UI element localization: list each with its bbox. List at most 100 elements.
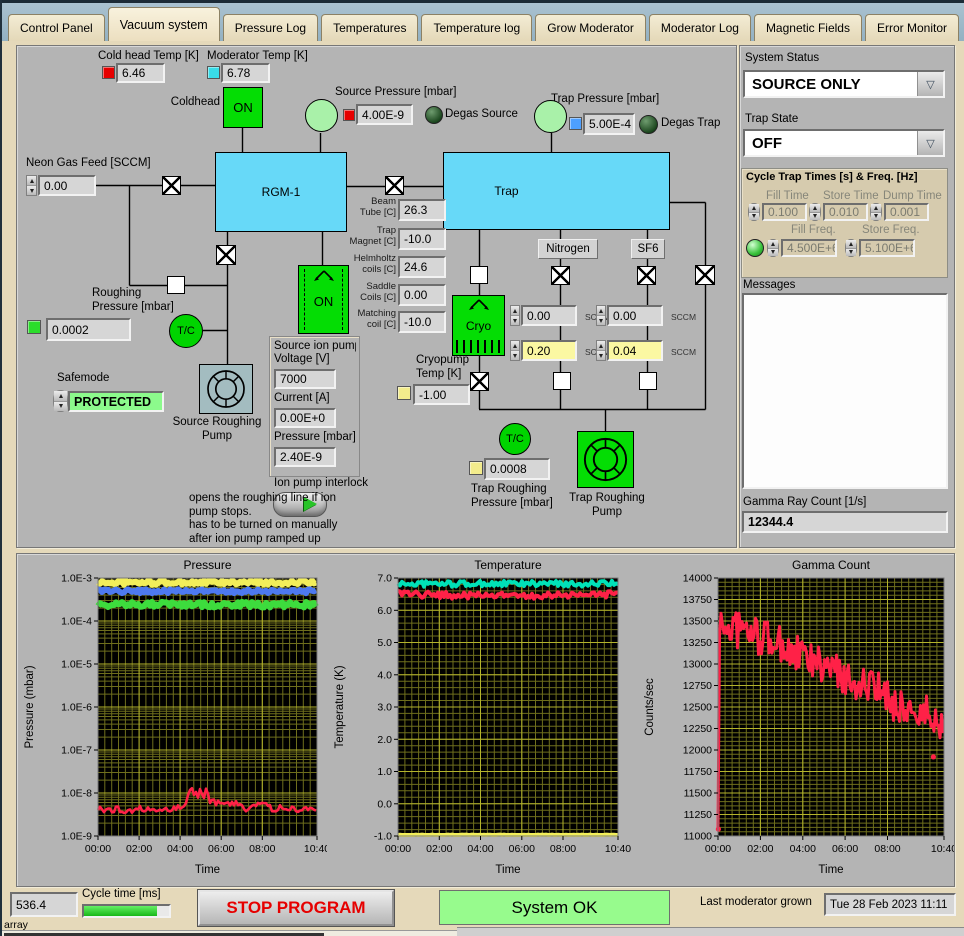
svg-text:2.0: 2.0 — [377, 734, 392, 746]
rgm-roughing-valve[interactable] — [216, 245, 236, 265]
ion-pump-current: 0.00E+0 — [274, 408, 336, 428]
svg-text:04:00: 04:00 — [167, 843, 193, 855]
svg-text:00:00: 00:00 — [705, 843, 731, 855]
cryo-inlet-valve[interactable] — [470, 266, 488, 284]
coldhead-label: Coldhead — [170, 96, 220, 108]
trap-roughing-valve[interactable] — [695, 265, 715, 285]
messages-box[interactable] — [742, 293, 948, 489]
store-freq-value[interactable]: 5.100E+6 — [859, 239, 915, 257]
svg-text:12750: 12750 — [683, 680, 712, 692]
store-freq-spinner[interactable] — [845, 239, 857, 257]
svg-text:06:00: 06:00 — [832, 843, 858, 855]
svg-text:1.0E-5: 1.0E-5 — [61, 659, 92, 671]
chevron-down-icon[interactable]: ▽ — [917, 72, 943, 96]
rgm-trap-valve[interactable] — [385, 176, 404, 195]
nitrogen-set-spinner[interactable] — [510, 340, 520, 361]
svg-text:Pressure: Pressure — [183, 558, 231, 572]
trap-roughing-swatch — [469, 461, 483, 475]
neon-feed-value[interactable]: 0.00 — [38, 175, 96, 196]
coldhead-state: ON — [233, 100, 253, 115]
ion-pump-voltage: 7000 — [274, 369, 336, 389]
fill-freq-spinner[interactable] — [767, 239, 779, 257]
dump-time-spinner[interactable] — [870, 203, 882, 221]
svg-text:11500: 11500 — [684, 788, 713, 800]
degas-trap-led[interactable] — [639, 115, 658, 134]
source-pressure-label: Source Pressure [mbar] — [335, 86, 457, 98]
svg-text:Temperature (K): Temperature (K) — [334, 665, 346, 748]
tab-pressure-log[interactable]: Pressure Log — [222, 14, 319, 41]
store-time-value[interactable]: 0.010 — [823, 203, 868, 221]
cryo-pump[interactable]: Cryo — [452, 295, 505, 356]
safemode-label: Safemode — [57, 372, 110, 384]
nitrogen-label: Nitrogen — [538, 239, 598, 259]
trap-pressure-label: Trap Pressure [mbar] — [551, 93, 660, 105]
safemode-spinner[interactable] — [53, 390, 68, 412]
saddle-coils-value: 0.00 — [398, 284, 446, 306]
nitrogen-valve[interactable] — [551, 266, 570, 285]
sf6-set-spinner[interactable] — [596, 340, 606, 361]
neon-valve[interactable] — [162, 176, 181, 195]
cryo-label: Cryo — [465, 319, 492, 333]
tab-magnetic-fields[interactable]: Magnetic Fields — [753, 14, 862, 41]
fill-freq-value[interactable]: 4.500E+6 — [781, 239, 837, 257]
svg-text:12500: 12500 — [683, 702, 712, 714]
ion-pump-title: Source ion pump — [274, 340, 356, 352]
store-freq-label: Store Freq. — [862, 224, 920, 236]
gamma-ray-count-value: 12344.4 — [742, 511, 948, 533]
matching-coil-label: Matching coil [C] — [357, 308, 396, 330]
trap-state-value: OFF — [752, 134, 782, 152]
svg-text:08:00: 08:00 — [550, 843, 576, 855]
svg-text:13750: 13750 — [683, 594, 712, 606]
tab-error-monitor[interactable]: Error Monitor — [864, 14, 959, 41]
coldhead-on-button[interactable]: ON — [223, 87, 263, 128]
tab-temperatures[interactable]: Temperatures — [321, 14, 419, 41]
nitrogen-flow-setpoint[interactable]: 0.20 — [521, 340, 577, 361]
trap-chamber: Trap — [443, 152, 670, 230]
tab-moderator-log[interactable]: Moderator Log — [648, 14, 751, 41]
chevron-down-icon[interactable]: ▽ — [917, 131, 943, 155]
svg-text:04:00: 04:00 — [467, 843, 493, 855]
svg-text:Time: Time — [818, 864, 843, 876]
cycle-led — [746, 239, 764, 257]
trap-pressure-value: 5.00E-4 — [583, 113, 635, 135]
degas-source-led[interactable] — [425, 106, 443, 124]
fill-time-label: Fill Time — [766, 190, 809, 202]
nitrogen-shutoff-valve[interactable] — [553, 372, 571, 390]
system-status-dropdown[interactable]: SOURCE ONLY ▽ — [743, 70, 945, 98]
svg-text:5.0: 5.0 — [377, 637, 392, 649]
sf6-flow-spinner[interactable] — [596, 305, 606, 326]
svg-text:1.0: 1.0 — [377, 766, 392, 778]
beam-tube-label: Beam Tube [C] — [359, 196, 396, 218]
moderator-valve[interactable]: ON — [298, 265, 349, 334]
dump-time-value[interactable]: 0.001 — [884, 203, 929, 221]
trap-roughing-pump-label: Trap Roughing Pump — [569, 492, 645, 518]
sf6-shutoff-valve[interactable] — [639, 372, 657, 390]
trap-magnet-value: -10.0 — [398, 228, 446, 250]
sf6-valve[interactable] — [637, 266, 656, 285]
tab-grow-moderator[interactable]: Grow Moderator — [535, 14, 646, 41]
safemode-value[interactable]: PROTECTED — [68, 391, 164, 412]
trap-state-dropdown[interactable]: OFF ▽ — [743, 129, 945, 157]
cryo-outlet-valve[interactable] — [470, 372, 489, 391]
fill-time-value[interactable]: 0.100 — [762, 203, 807, 221]
nitrogen-flow-spinner[interactable] — [510, 305, 520, 326]
cold-head-legend-swatch — [102, 66, 115, 79]
neon-feed-spinner[interactable] — [26, 175, 37, 196]
svg-text:1.0E-8: 1.0E-8 — [61, 788, 92, 800]
fill-time-spinner[interactable] — [748, 203, 760, 221]
store-time-label: Store Time — [823, 190, 879, 202]
cryopump-temp-swatch — [397, 386, 411, 400]
source-roughing-pump[interactable] — [199, 364, 253, 414]
nitrogen-flow-actual: 0.00 — [521, 305, 577, 326]
beam-tube-value: 26.3 — [398, 199, 446, 221]
store-time-spinner[interactable] — [809, 203, 821, 221]
tab-control-panel[interactable]: Control Panel — [8, 14, 105, 41]
svg-text:-1.0: -1.0 — [374, 831, 392, 843]
svg-text:7.0: 7.0 — [377, 573, 392, 585]
tab-temperature-log[interactable]: Temperature log — [421, 14, 533, 41]
sf6-flow-setpoint[interactable]: 0.04 — [607, 340, 663, 361]
trap-roughing-pump[interactable] — [577, 431, 634, 488]
cropped-window-pane — [457, 927, 964, 936]
tab-vacuum-system[interactable]: Vacuum system — [107, 7, 220, 41]
stop-program-button[interactable]: STOP PROGRAM — [197, 889, 395, 927]
